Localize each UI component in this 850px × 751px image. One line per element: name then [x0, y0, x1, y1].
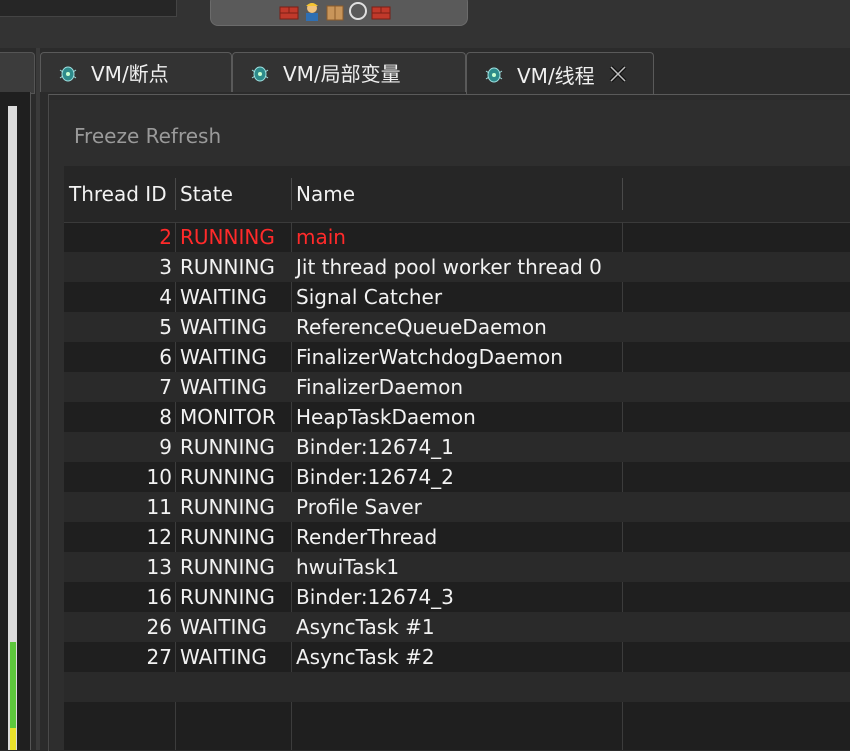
header-state[interactable]: State [180, 178, 233, 210]
name-cell: main [296, 225, 346, 249]
tab-vm-threads[interactable]: VM/线程 [466, 52, 654, 95]
thread-id-cell: 2 [159, 225, 172, 249]
table-row[interactable]: 10 RUNNING Binder:12674_2 [64, 462, 850, 492]
tab-label: VM/局部变量 [283, 62, 401, 86]
table-row[interactable]: 4 WAITING Signal Catcher [64, 282, 850, 312]
name-cell: AsyncTask #1 [296, 615, 435, 639]
table-row[interactable]: 6 WAITING FinalizerWatchdogDaemon [64, 342, 850, 372]
name-cell: ReferenceQueueDaemon [296, 315, 547, 339]
name-cell: Jit thread pool worker thread 0 [296, 255, 602, 279]
state-cell: RUNNING [180, 225, 275, 249]
thread-id-cell: 5 [159, 315, 172, 339]
state-cell: WAITING [180, 315, 267, 339]
thread-id-cell: 27 [146, 645, 172, 669]
table-row[interactable] [64, 702, 850, 732]
tab-bar: VM/断点 VM/局部变量 VM/线程 [40, 52, 850, 95]
state-cell: RUNNING [180, 255, 275, 279]
name-cell: Signal Catcher [296, 285, 443, 309]
header-separator[interactable] [175, 178, 176, 210]
table-row[interactable]: 16 RUNNING Binder:12674_3 [64, 582, 850, 612]
table-row[interactable]: 8 MONITOR HeapTaskDaemon [64, 402, 850, 432]
freeze-refresh-button[interactable]: Freeze Refresh [74, 124, 221, 148]
table-row[interactable]: 9 RUNNING Binder:12674_1 [64, 432, 850, 462]
top-left-field [0, 0, 177, 17]
bug-icon [483, 63, 505, 85]
tab-vm-locals[interactable]: VM/局部变量 [232, 52, 466, 92]
state-cell: RUNNING [180, 435, 275, 459]
table-body: 2 RUNNING main 3 RUNNING Jit thread pool work… [64, 222, 850, 732]
worker-icon[interactable] [301, 1, 323, 21]
table-row[interactable]: 12 RUNNING RenderThread [64, 522, 850, 552]
state-cell: WAITING [180, 345, 267, 369]
close-icon[interactable] [607, 63, 629, 85]
table-row[interactable]: 26 WAITING AsyncTask #1 [64, 612, 850, 642]
threads-table: Thread ID State Name 2 RUNNING main 3 RUNNIN… [64, 166, 850, 750]
thread-id-cell: 9 [159, 435, 172, 459]
state-cell: WAITING [180, 615, 267, 639]
top-toolbar-area [0, 0, 850, 48]
table-row[interactable]: 5 WAITING ReferenceQueueDaemon [64, 312, 850, 342]
name-cell: AsyncTask #2 [296, 645, 435, 669]
name-cell: FinalizerWatchdogDaemon [296, 345, 563, 369]
thread-id-cell: 3 [159, 255, 172, 279]
state-cell: RUNNING [180, 555, 275, 579]
name-cell: HeapTaskDaemon [296, 405, 476, 429]
thread-id-cell: 8 [159, 405, 172, 429]
header-separator[interactable] [291, 178, 292, 210]
state-cell: MONITOR [180, 405, 276, 429]
name-cell: Binder:12674_3 [296, 585, 454, 609]
table-row[interactable]: 13 RUNNING hwuiTask1 [64, 552, 850, 582]
table-row[interactable] [64, 672, 850, 702]
pane-splitter[interactable] [36, 48, 40, 750]
name-cell: Profile Saver [296, 495, 422, 519]
thread-id-cell: 7 [159, 375, 172, 399]
tab-label: VM/断点 [91, 62, 169, 86]
table-row[interactable]: 2 RUNNING main [64, 222, 850, 252]
name-cell: Binder:12674_2 [296, 465, 454, 489]
header-name[interactable]: Name [296, 178, 355, 210]
bug-icon [249, 62, 271, 84]
thread-id-cell: 26 [146, 615, 172, 639]
thread-id-cell: 11 [146, 495, 172, 519]
thread-id-cell: 13 [146, 555, 172, 579]
header-separator[interactable] [622, 178, 623, 210]
tab-vm-breakpoints[interactable]: VM/断点 [40, 52, 232, 92]
state-cell: WAITING [180, 645, 267, 669]
bug-icon [57, 62, 79, 84]
scrollbar-marker-yellow [10, 728, 16, 750]
thread-id-cell: 10 [146, 465, 172, 489]
name-cell: FinalizerDaemon [296, 375, 464, 399]
thread-id-cell: 6 [159, 345, 172, 369]
brick-icon[interactable] [278, 1, 300, 21]
name-cell: RenderThread [296, 525, 438, 549]
state-cell: RUNNING [180, 495, 275, 519]
state-cell: RUNNING [180, 465, 275, 489]
circle-icon[interactable] [347, 1, 369, 21]
toolbar-icons [278, 0, 392, 22]
header-thread-id[interactable]: Thread ID [69, 178, 167, 210]
brick-icon[interactable] [370, 1, 392, 21]
package-icon[interactable] [324, 1, 346, 21]
tab-label: VM/线程 [517, 63, 595, 88]
state-cell: RUNNING [180, 585, 275, 609]
table-row[interactable]: 3 RUNNING Jit thread pool worker thread 0 [64, 252, 850, 282]
name-cell: hwuiTask1 [296, 555, 400, 579]
state-cell: WAITING [180, 285, 267, 309]
thread-id-cell: 16 [146, 585, 172, 609]
state-cell: WAITING [180, 375, 267, 399]
table-row[interactable]: 27 WAITING AsyncTask #2 [64, 642, 850, 672]
left-pane-tab[interactable] [0, 52, 35, 94]
name-cell: Binder:12674_1 [296, 435, 454, 459]
table-row[interactable]: 11 RUNNING Profile Saver [64, 492, 850, 522]
state-cell: RUNNING [180, 525, 275, 549]
table-row[interactable]: 7 WAITING FinalizerDaemon [64, 372, 850, 402]
thread-id-cell: 12 [146, 525, 172, 549]
thread-id-cell: 4 [159, 285, 172, 309]
table-header: Thread ID State Name [64, 166, 850, 223]
